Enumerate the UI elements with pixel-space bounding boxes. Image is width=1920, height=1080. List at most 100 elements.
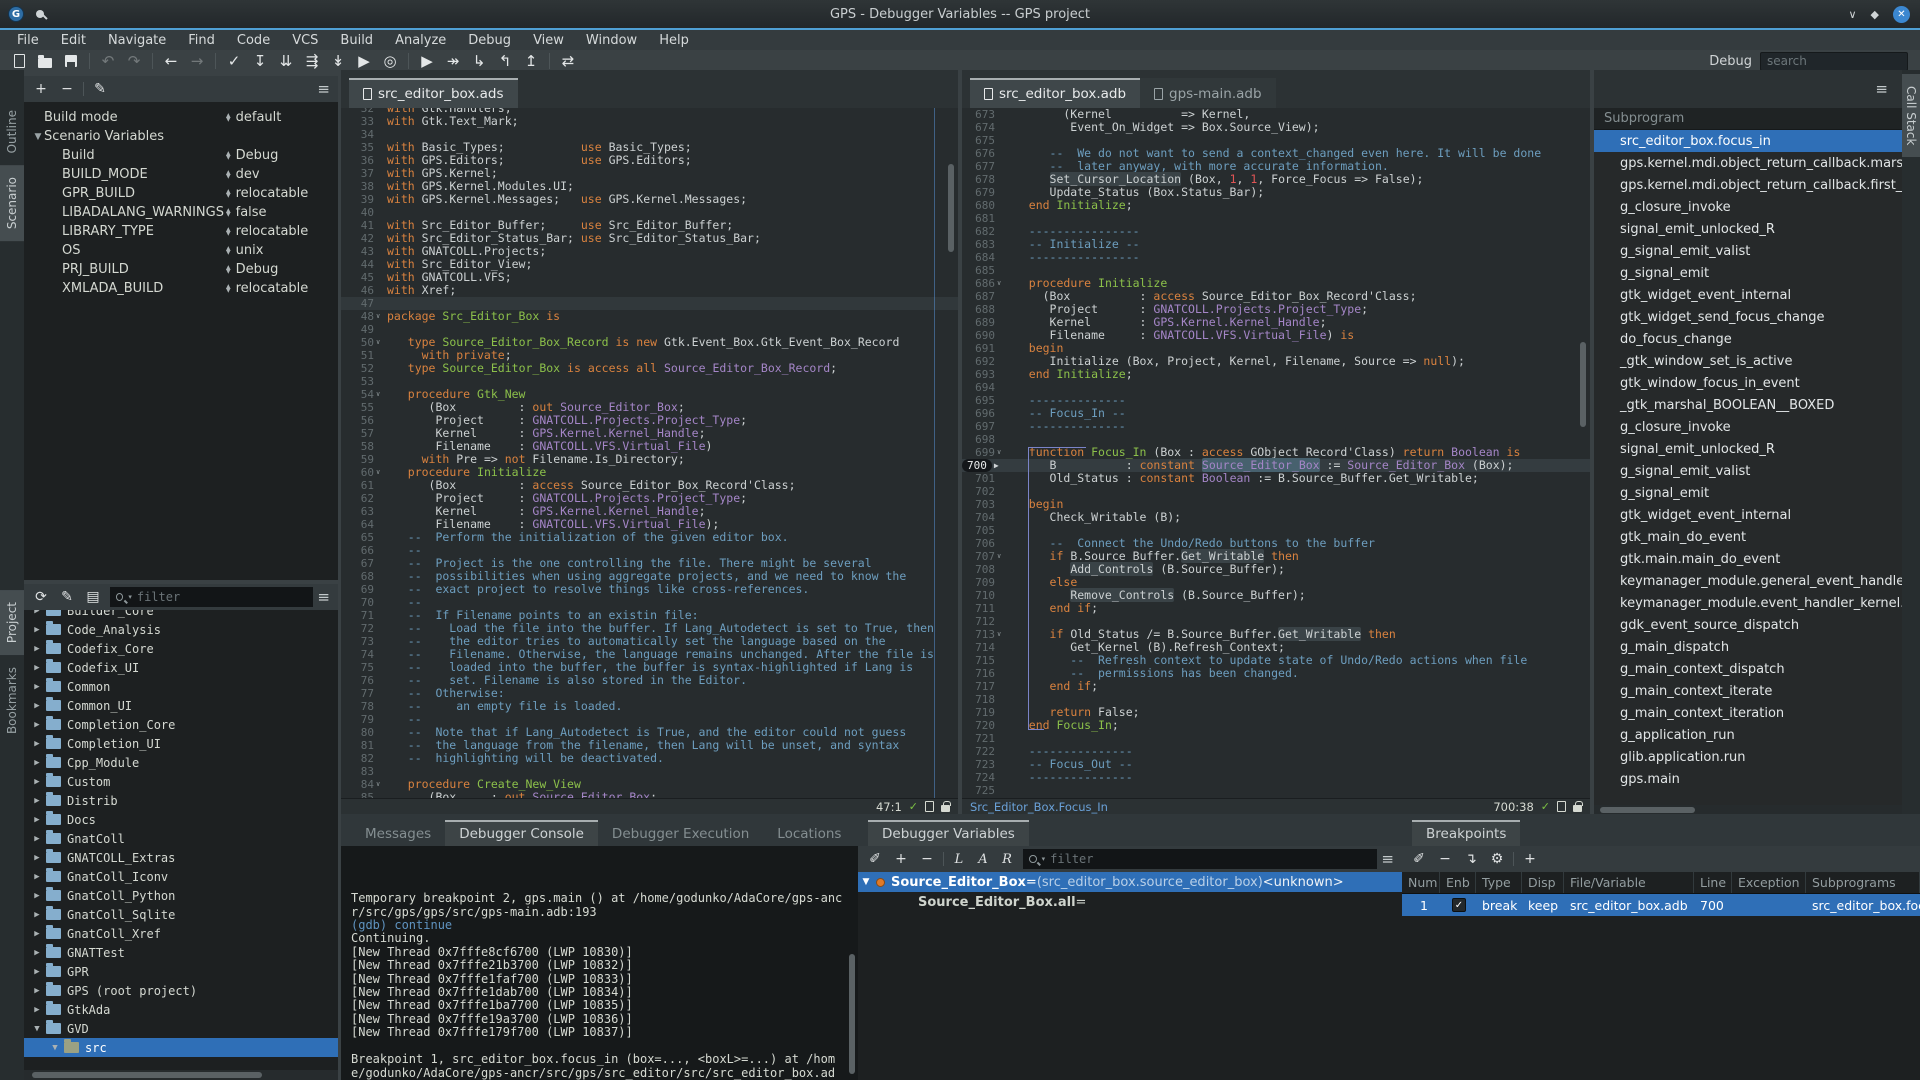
value-spinner-icon[interactable]: ▲ ▼ bbox=[226, 150, 231, 160]
editor-tab-src_editor_box.adb[interactable]: src_editor_box.adb bbox=[970, 78, 1141, 108]
scenario-row[interactable]: PRJ_BUILD ▲ ▼ Debug bbox=[24, 260, 338, 279]
tab-messages[interactable]: Messages bbox=[351, 820, 445, 846]
tree-item-docs[interactable]: ▶ Docs bbox=[24, 810, 338, 829]
scenario-row[interactable]: GPR_BUILD ▲ ▼ relocatable bbox=[24, 184, 338, 203]
remove-icon[interactable]: − bbox=[54, 78, 80, 100]
menu-code[interactable]: Code bbox=[226, 30, 281, 50]
clear-icon[interactable]: ✐ bbox=[862, 848, 888, 870]
edit-icon[interactable]: ✎ bbox=[54, 586, 80, 608]
chevron-down-icon[interactable]: ▼ bbox=[858, 877, 874, 887]
call-stack-frame[interactable]: signal_emit_unlocked_R bbox=[1594, 218, 1902, 240]
tree-item-gnatcoll-sqlite[interactable]: ▶ GnatColl_Sqlite bbox=[24, 905, 338, 924]
pin-icon[interactable] bbox=[36, 10, 44, 18]
bp-col-num[interactable]: Num bbox=[1402, 872, 1440, 893]
tree-item-gnatcoll-xref[interactable]: ▶ GnatColl_Xref bbox=[24, 924, 338, 943]
lock-icon[interactable] bbox=[1573, 801, 1583, 812]
scenario-row[interactable]: OS ▲ ▼ unix bbox=[24, 241, 338, 260]
undo-icon[interactable]: ↶ bbox=[95, 51, 121, 71]
call-stack-frame[interactable]: _gtk_window_set_is_active bbox=[1594, 350, 1902, 372]
local-variables-button[interactable]: L bbox=[947, 852, 971, 867]
finalize-debug-icon[interactable]: ↥ bbox=[518, 51, 544, 71]
tab-locations[interactable]: Locations bbox=[763, 820, 855, 846]
maximize-button[interactable]: ◆ bbox=[1871, 8, 1879, 21]
editor-body-vscrollbar[interactable] bbox=[1578, 112, 1588, 794]
tree-item-gnattest[interactable]: ▶ GNATTest bbox=[24, 943, 338, 962]
value-spinner-icon[interactable]: ▲ ▼ bbox=[226, 207, 231, 217]
call-stack-frame[interactable]: gtk.main.main_do_event bbox=[1594, 548, 1902, 570]
debug-init-icon[interactable]: ◎ bbox=[377, 51, 403, 71]
scenario-row[interactable]: ▼ Scenario Variables bbox=[24, 127, 338, 146]
tree-item-gnatcoll-iconv[interactable]: ▶ GnatColl_Iconv bbox=[24, 867, 338, 886]
value-spinner-icon[interactable]: ▲ ▼ bbox=[226, 188, 231, 198]
call-stack-frame[interactable]: g_closure_invoke bbox=[1594, 416, 1902, 438]
document-icon[interactable] bbox=[1557, 801, 1566, 812]
open-folder-icon[interactable] bbox=[32, 51, 58, 71]
scenario-row[interactable]: Build ▲ ▼ Debug bbox=[24, 146, 338, 165]
redo-icon[interactable]: ↷ bbox=[121, 51, 147, 71]
menu-navigate[interactable]: Navigate bbox=[97, 30, 177, 50]
run-main-icon[interactable]: ▶ bbox=[351, 51, 377, 71]
compile-all-icon[interactable]: ⇊ bbox=[273, 51, 299, 71]
call-stack-frame[interactable]: glib.application.run bbox=[1594, 746, 1902, 768]
menu-debug[interactable]: Debug bbox=[457, 30, 522, 50]
project-filter-input[interactable] bbox=[136, 590, 308, 604]
add-icon[interactable]: + bbox=[28, 78, 54, 100]
menu-view[interactable]: View bbox=[522, 30, 575, 50]
tree-item-codefix-ui[interactable]: ▶ Codefix_UI bbox=[24, 658, 338, 677]
call-stack-frame[interactable]: gtk_widget_send_focus_change bbox=[1594, 306, 1902, 328]
view-tab-bookmarks[interactable]: Bookmarks bbox=[0, 655, 24, 746]
menu-window[interactable]: Window bbox=[575, 30, 648, 50]
scenario-row[interactable]: LIBADALANG_WARNINGS ▲ ▼ false bbox=[24, 203, 338, 222]
tree-item-gnatcoll[interactable]: ▶ GnatColl bbox=[24, 829, 338, 848]
filter-dropdown-icon[interactable]: ▾ bbox=[128, 593, 132, 601]
tree-item-gpr[interactable]: ▶ GPR bbox=[24, 962, 338, 981]
tab-debugger-execution[interactable]: Debugger Execution bbox=[598, 820, 763, 846]
tree-item-codefix-core[interactable]: ▶ Codefix_Core bbox=[24, 639, 338, 658]
view-tab-outline[interactable]: Outline bbox=[0, 98, 24, 165]
gear-icon[interactable]: ⚙ bbox=[1484, 848, 1510, 870]
call-stack-frame[interactable]: g_main_context_iteration bbox=[1594, 702, 1902, 724]
scenario-row[interactable]: BUILD_MODE ▲ ▼ dev bbox=[24, 165, 338, 184]
value-spinner-icon[interactable]: ▲ ▼ bbox=[226, 283, 231, 293]
lock-icon[interactable] bbox=[941, 801, 951, 812]
menu-file[interactable]: File bbox=[6, 30, 50, 50]
view-tab-call-stack[interactable]: Call Stack bbox=[1902, 74, 1920, 158]
step-into-icon[interactable]: ↳ bbox=[466, 51, 492, 71]
tree-item-code-analysis[interactable]: ▶ Code_Analysis bbox=[24, 620, 338, 639]
call-stack-frame[interactable]: _gtk_marshal_BOOLEAN__BOXED bbox=[1594, 394, 1902, 416]
close-button[interactable]: ✕ bbox=[1893, 5, 1910, 23]
back-icon[interactable]: ← bbox=[158, 51, 184, 71]
tab-debugger-variables[interactable]: Debugger Variables bbox=[868, 820, 1029, 846]
call-stack-frame[interactable]: g_signal_emit_valist bbox=[1594, 460, 1902, 482]
tree-item-gps-root-project-[interactable]: ▶ GPS (root project) bbox=[24, 981, 338, 1000]
call-stack-frame[interactable]: src_editor_box.focus_in bbox=[1594, 130, 1902, 152]
tree-item-src[interactable]: ▼ src bbox=[24, 1038, 338, 1057]
call-stack-menu-icon[interactable]: ≡ bbox=[1875, 80, 1892, 98]
call-stack-frame[interactable]: gps.main bbox=[1594, 768, 1902, 790]
editor-tab-gps-main.adb[interactable]: gps-main.adb bbox=[1140, 78, 1276, 108]
bp-col-file-variable[interactable]: File/Variable bbox=[1564, 872, 1694, 893]
tree-item-gnatcoll-python[interactable]: ▶ GnatColl_Python bbox=[24, 886, 338, 905]
scenario-row[interactable]: LIBRARY_TYPE ▲ ▼ relocatable bbox=[24, 222, 338, 241]
editor-spec-vscrollbar[interactable] bbox=[946, 112, 956, 794]
call-stack-frame[interactable]: g_main_context_dispatch bbox=[1594, 658, 1902, 680]
value-spinner-icon[interactable]: ▲ ▼ bbox=[226, 245, 231, 255]
call-stack-frame[interactable]: gtk_widget_event_internal bbox=[1594, 284, 1902, 306]
menu-edit[interactable]: Edit bbox=[50, 30, 97, 50]
minimize-button[interactable]: ∨ bbox=[1848, 8, 1856, 21]
tree-item-gtkada[interactable]: ▶ GtkAda bbox=[24, 1000, 338, 1019]
arguments-button[interactable]: A bbox=[971, 852, 995, 867]
current-subprogram[interactable]: Src_Editor_Box.Focus_In bbox=[970, 800, 1108, 814]
variable-child-row[interactable]: Source_Editor_Box.all = bbox=[858, 892, 1402, 912]
call-stack-frame[interactable]: g_main_dispatch bbox=[1594, 636, 1902, 658]
tree-item-builder-core[interactable]: ▶ Builder_Core bbox=[24, 610, 338, 620]
flat-view-icon[interactable]: ▤ bbox=[80, 586, 106, 608]
tree-item-common[interactable]: ▶ Common bbox=[24, 677, 338, 696]
view-tab-scenario[interactable]: Scenario bbox=[0, 165, 24, 242]
editor-tab-src_editor_box.ads[interactable]: src_editor_box.ads bbox=[349, 78, 518, 108]
call-stack-frame[interactable]: do_focus_change bbox=[1594, 328, 1902, 350]
call-stack-frame[interactable]: signal_emit_unlocked_R bbox=[1594, 438, 1902, 460]
tree-item-gvd[interactable]: ▼ GVD bbox=[24, 1019, 338, 1038]
call-stack-frame[interactable]: g_signal_emit bbox=[1594, 482, 1902, 504]
project-menu-icon[interactable]: ≡ bbox=[317, 588, 334, 606]
